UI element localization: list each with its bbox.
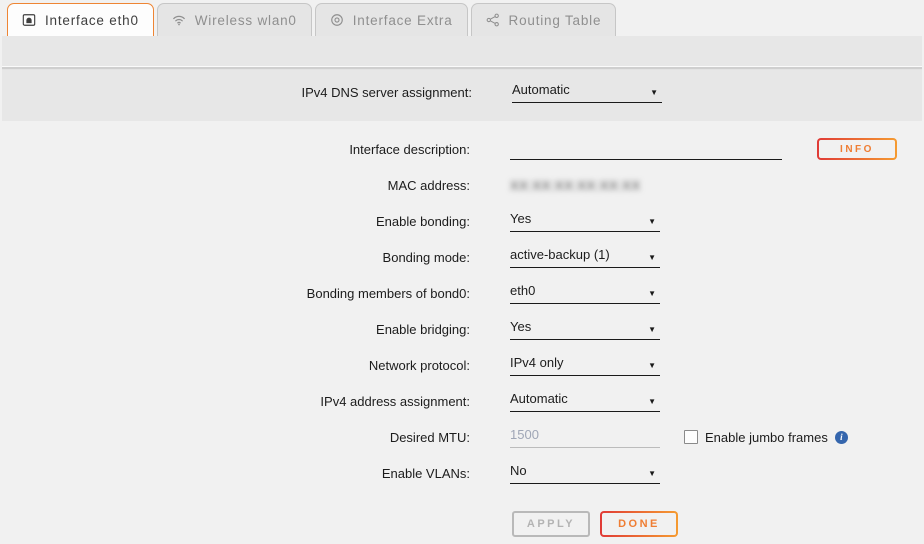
jumbo-frames-checkbox[interactable]	[684, 430, 698, 444]
select-value: No	[510, 463, 527, 478]
tab-bar: Interface eth0 Wireless wlan0 Interface …	[0, 0, 924, 36]
done-button-label: DONE	[602, 513, 676, 535]
ipv4-assignment-label: IPv4 address assignment:	[0, 394, 470, 409]
vlans-row: Enable VLANs: No ▼	[0, 455, 924, 491]
mtu-row: Desired MTU: Enable jumbo frames i	[0, 419, 924, 455]
tab-interface-extra[interactable]: Interface Extra	[315, 3, 468, 36]
select-value: Yes	[510, 211, 531, 226]
ethernet-port-icon	[22, 13, 36, 27]
network-protocol-select[interactable]: IPv4 only ▼	[510, 355, 660, 376]
dns-assignment-label: IPv4 DNS server assignment:	[2, 85, 472, 100]
bridging-label: Enable bridging:	[0, 322, 470, 337]
action-buttons: APPLY DONE	[512, 511, 924, 537]
ipv4-assignment-select[interactable]: Automatic ▼	[510, 391, 660, 412]
bonding-mode-select[interactable]: active-backup (1) ▼	[510, 247, 660, 268]
network-protocol-label: Network protocol:	[0, 358, 470, 373]
select-value: Yes	[510, 319, 531, 334]
ipv4-assignment-row: IPv4 address assignment: Automatic ▼	[0, 383, 924, 419]
info-button-label: INFO	[819, 140, 895, 158]
bonding-members-row: Bonding members of bond0: eth0 ▼	[0, 275, 924, 311]
tab-label: Wireless wlan0	[195, 13, 297, 28]
mac-label: MAC address:	[0, 178, 470, 193]
chevron-down-icon: ▼	[650, 89, 662, 97]
jumbo-frames-label: Enable jumbo frames	[705, 430, 828, 445]
bonding-members-label: Bonding members of bond0:	[0, 286, 470, 301]
chevron-down-icon: ▼	[648, 218, 660, 226]
tab-label: Interface eth0	[45, 13, 139, 28]
description-row: Interface description: INFO	[0, 131, 924, 167]
tab-interface-eth0[interactable]: Interface eth0	[7, 3, 154, 36]
vlans-label: Enable VLANs:	[0, 466, 470, 481]
tab-routing-table[interactable]: Routing Table	[471, 3, 617, 36]
tab-label: Routing Table	[509, 13, 602, 28]
chevron-down-icon: ▼	[648, 398, 660, 406]
mtu-label: Desired MTU:	[0, 430, 470, 445]
apply-button[interactable]: APPLY	[512, 511, 590, 537]
network-protocol-row: Network protocol: IPv4 only ▼	[0, 347, 924, 383]
tab-wireless-wlan0[interactable]: Wireless wlan0	[157, 3, 312, 36]
top-gray-band	[2, 36, 922, 66]
bonding-members-select[interactable]: eth0 ▼	[510, 283, 660, 304]
description-label: Interface description:	[0, 142, 470, 157]
bridging-row: Enable bridging: Yes ▼	[0, 311, 924, 347]
wifi-icon	[172, 13, 186, 27]
select-value: Automatic	[512, 82, 570, 97]
chevron-down-icon: ▼	[648, 362, 660, 370]
done-button[interactable]: DONE	[600, 511, 678, 537]
dns-section: IPv4 DNS server assignment: Automatic ▼	[2, 70, 922, 121]
dns-assignment-select[interactable]: Automatic ▼	[512, 82, 662, 103]
dns-row: IPv4 DNS server assignment: Automatic ▼	[2, 74, 922, 110]
select-value: IPv4 only	[510, 355, 563, 370]
mac-value-redacted: XX:XX:XX:XX:XX:XX	[510, 178, 641, 193]
tab-label: Interface Extra	[353, 13, 453, 28]
info-button[interactable]: INFO	[817, 138, 897, 160]
bonding-mode-row: Bonding mode: active-backup (1) ▼	[0, 239, 924, 275]
bonding-row: Enable bonding: Yes ▼	[0, 203, 924, 239]
chevron-down-icon: ▼	[648, 290, 660, 298]
enable-vlans-select[interactable]: No ▼	[510, 463, 660, 484]
jumbo-frames-group: Enable jumbo frames i	[684, 430, 848, 445]
enable-bonding-select[interactable]: Yes ▼	[510, 211, 660, 232]
chevron-down-icon: ▼	[648, 470, 660, 478]
enable-bridging-select[interactable]: Yes ▼	[510, 319, 660, 340]
chevron-down-icon: ▼	[648, 254, 660, 262]
share-nodes-icon	[486, 13, 500, 27]
select-value: Automatic	[510, 391, 568, 406]
mtu-input[interactable]	[510, 427, 660, 448]
disc-icon	[330, 13, 344, 27]
description-input[interactable]	[510, 139, 782, 160]
mac-row: MAC address: XX:XX:XX:XX:XX:XX	[0, 167, 924, 203]
select-value: active-backup (1)	[510, 247, 610, 262]
interface-form: Interface description: INFO MAC address:…	[0, 131, 924, 537]
select-value: eth0	[510, 283, 535, 298]
chevron-down-icon: ▼	[648, 326, 660, 334]
bonding-mode-label: Bonding mode:	[0, 250, 470, 265]
jumbo-info-icon[interactable]: i	[835, 431, 848, 444]
bonding-label: Enable bonding:	[0, 214, 470, 229]
